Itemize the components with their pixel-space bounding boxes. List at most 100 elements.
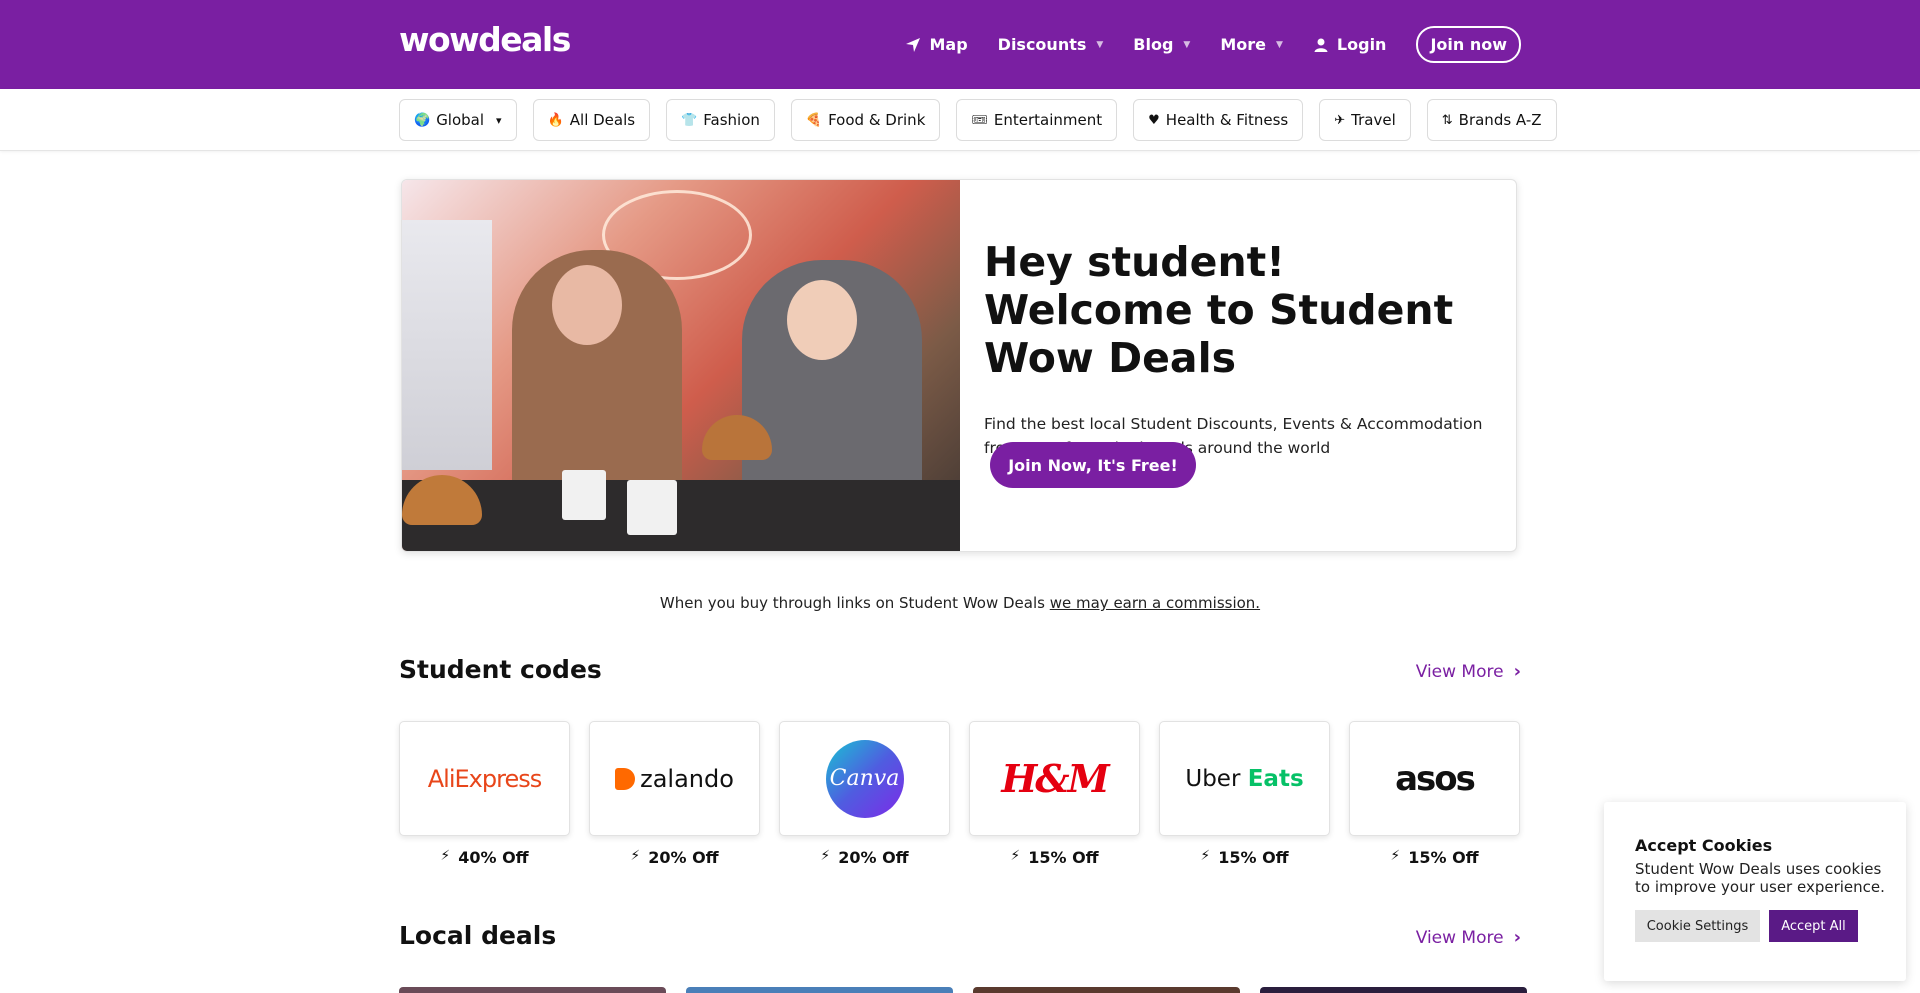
bolt-icon: ⚡ (1010, 848, 1021, 864)
student-code-hm[interactable]: H&M ⚡ 15% Off (969, 721, 1140, 867)
category-label: Global (436, 111, 485, 129)
globe-icon: 🌍 (414, 112, 431, 128)
discount-badge: ⚡ 40% Off (440, 848, 529, 867)
bolt-icon: ⚡ (440, 848, 451, 864)
brand-card[interactable]: Canva (779, 721, 950, 836)
bolt-icon: ⚡ (1200, 848, 1211, 864)
discount-badge: ⚡ 15% Off (1010, 848, 1099, 867)
student-code-zalando[interactable]: zalando ⚡ 20% Off (589, 721, 760, 867)
brand-card[interactable]: Uber Eats (1159, 721, 1330, 836)
join-free-button[interactable]: Join Now, It's Free! (990, 442, 1196, 488)
category-label: Brands A-Z (1458, 111, 1542, 129)
bolt-icon: ⚡ (630, 848, 641, 864)
category-label: Entertainment (993, 111, 1103, 129)
pizza-icon: 🍕 (805, 112, 823, 128)
category-label: Travel (1351, 111, 1396, 129)
ticket-icon: 🎟 (971, 112, 988, 128)
zalando-logo: zalando (615, 765, 734, 793)
student-codes-title: Student codes (399, 655, 602, 684)
plane-icon: ✈ (1334, 112, 1346, 128)
discount-badge: ⚡ 15% Off (1390, 848, 1479, 867)
category-all-deals[interactable]: 🔥 All Deals (532, 99, 651, 141)
nav-login-label: Login (1336, 35, 1387, 54)
affiliate-disclaimer: When you buy through links on Student Wo… (0, 594, 1920, 612)
chevron-right-icon: › (1513, 661, 1521, 682)
chevron-down-icon: ▼ (1183, 39, 1191, 50)
category-food-drink[interactable]: 🍕 Food & Drink (790, 99, 941, 141)
student-codes-view-more[interactable]: View More › (1416, 661, 1521, 682)
user-icon (1314, 38, 1328, 52)
bolt-icon: ⚡ (820, 848, 831, 864)
cookie-banner: Accept Cookies Student Wow Deals uses co… (1604, 802, 1906, 981)
nav-discounts[interactable]: Discounts ▼ (998, 35, 1104, 54)
top-navbar: wowdeals Map Discounts ▼ Blog ▼ More ▼ L… (0, 0, 1920, 89)
brand-card[interactable]: asos (1349, 721, 1520, 836)
category-label: All Deals (569, 111, 636, 129)
hero-title: Hey student! Welcome to Student Wow Deal… (984, 238, 1454, 382)
nav-discounts-label: Discounts (997, 35, 1087, 54)
category-label: Fashion (703, 111, 760, 129)
nav-map[interactable]: Map (905, 35, 968, 54)
brand-card[interactable]: AliExpress (399, 721, 570, 836)
student-code-aliexpress[interactable]: AliExpress ⚡ 40% Off (399, 721, 570, 867)
category-health-fitness[interactable]: ♥ Health & Fitness (1133, 99, 1304, 141)
local-deal-card[interactable] (973, 987, 1240, 993)
bolt-icon: ⚡ (1390, 848, 1401, 864)
chevron-down-icon: ▾ (496, 113, 502, 127)
shirt-icon: 👕 (681, 112, 698, 128)
category-brands-a-z[interactable]: ⇅ Brands A-Z (1426, 99, 1557, 141)
local-deals-view-more[interactable]: View More › (1416, 927, 1521, 948)
student-code-canva[interactable]: Canva ⚡ 20% Off (779, 721, 950, 867)
nav-blog[interactable]: Blog ▼ (1133, 35, 1190, 54)
location-arrow-icon (906, 37, 921, 52)
canva-logo: Canva (825, 739, 904, 818)
sort-alpha-icon: ⇅ (1441, 112, 1453, 128)
local-deals-title: Local deals (399, 921, 557, 950)
local-deal-card[interactable] (399, 987, 666, 993)
student-code-uber-eats[interactable]: Uber Eats ⚡ 15% Off (1159, 721, 1330, 867)
chevron-down-icon: ▼ (1276, 39, 1283, 50)
accept-all-button[interactable]: Accept All (1769, 910, 1858, 942)
discount-badge: ⚡ 20% Off (820, 848, 909, 867)
asos-logo: asos (1395, 758, 1476, 799)
student-codes-list: AliExpress ⚡ 40% Off zalando ⚡ 20% Off C… (399, 721, 1520, 867)
brand-card[interactable]: H&M (969, 721, 1140, 836)
join-now-button[interactable]: Join now (1416, 26, 1521, 63)
discount-badge: ⚡ 20% Off (630, 848, 719, 867)
nav-more[interactable]: More ▼ (1220, 35, 1283, 54)
brand-card[interactable]: zalando (589, 721, 760, 836)
cookie-title: Accept Cookies (1635, 836, 1773, 855)
category-fashion[interactable]: 👕 Fashion (666, 99, 775, 141)
local-deal-card[interactable] (1260, 987, 1527, 993)
cookie-text: Student Wow Deals uses cookies to improv… (1635, 860, 1885, 896)
disclaimer-text: When you buy through links on Student Wo… (659, 594, 1050, 612)
view-more-label: View More (1415, 927, 1504, 948)
category-label: Health & Fitness (1165, 111, 1289, 129)
nav-map-label: Map (929, 35, 968, 54)
hero-banner: Hey student! Welcome to Student Wow Deal… (401, 179, 1517, 552)
chevron-right-icon: › (1513, 927, 1521, 948)
cookie-settings-button[interactable]: Cookie Settings (1635, 910, 1760, 942)
local-deals-list (399, 987, 1527, 993)
local-deal-card[interactable] (686, 987, 953, 993)
category-travel[interactable]: ✈ Travel (1319, 99, 1411, 141)
hero-image (402, 180, 960, 551)
uber-eats-logo: Uber Eats (1185, 765, 1304, 792)
nav-login[interactable]: Login (1313, 35, 1387, 54)
aliexpress-logo: AliExpress (427, 764, 542, 793)
commission-link[interactable]: we may earn a commission. (1050, 594, 1260, 612)
category-bar: 🌍 Global ▾ 🔥 All Deals 👕 Fashion 🍕 Food … (0, 89, 1920, 151)
chevron-down-icon: ▼ (1096, 39, 1104, 50)
discount-badge: ⚡ 15% Off (1200, 848, 1289, 867)
wowdeals-logo[interactable]: wowdeals (399, 20, 571, 59)
nav-more-label: More (1220, 35, 1266, 54)
heart-pulse-icon: ♥ (1148, 112, 1160, 128)
fire-icon: 🔥 (547, 112, 564, 128)
student-code-asos[interactable]: asos ⚡ 15% Off (1349, 721, 1520, 867)
hm-logo: H&M (1001, 756, 1109, 801)
main-nav: Map Discounts ▼ Blog ▼ More ▼ Login Join… (905, 0, 1521, 89)
view-more-label: View More (1415, 661, 1504, 682)
category-label: Food & Drink (828, 111, 926, 129)
category-entertainment[interactable]: 🎟 Entertainment (956, 99, 1118, 141)
category-global-dropdown[interactable]: 🌍 Global ▾ (399, 99, 517, 141)
